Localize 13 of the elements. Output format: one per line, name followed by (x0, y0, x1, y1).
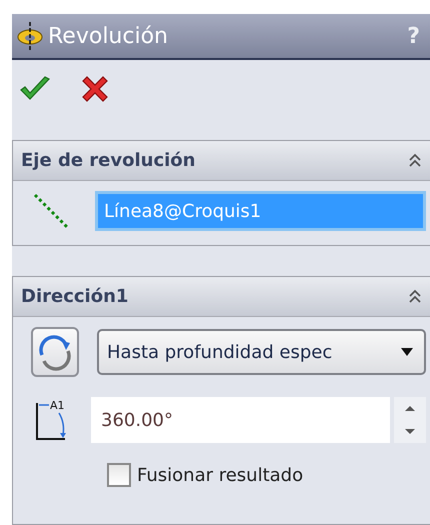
dashed-line-icon (31, 191, 71, 231)
end-condition-dropdown[interactable]: Hasta profundidad espec (97, 329, 426, 375)
up-arrow-icon (404, 405, 416, 412)
checkbox-label: Fusionar resultado (137, 464, 304, 486)
section-title: Dirección1 (21, 286, 130, 307)
revolve-icon (16, 21, 44, 51)
angle-field[interactable]: 360.00° (91, 397, 390, 443)
window-title: Revolución (48, 24, 169, 48)
down-arrow-icon (404, 428, 416, 435)
checkbox[interactable] (107, 463, 131, 487)
section-title: Eje de revolución (21, 150, 196, 171)
reverse-direction-button[interactable] (31, 327, 79, 377)
caret-icon (400, 347, 414, 357)
